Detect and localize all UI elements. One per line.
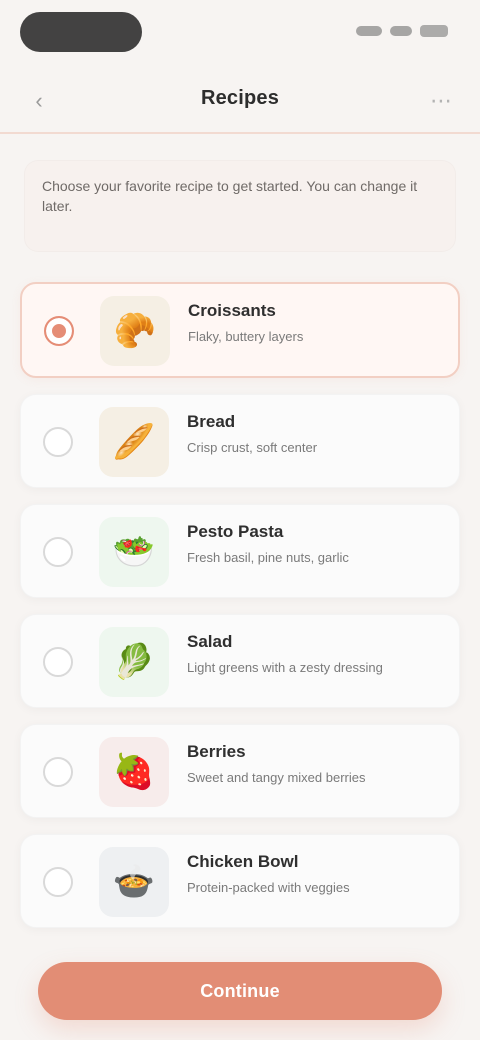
chevron-left-icon: ‹ <box>35 88 43 113</box>
food-icon: 🥬 <box>112 643 156 681</box>
recipe-thumbnail: 🥗 <box>99 517 169 587</box>
list-item[interactable]: 🥖 Bread Crisp crust, soft center <box>20 394 460 488</box>
list-item[interactable]: 🥬 Salad Light greens with a zesty dressi… <box>20 614 460 708</box>
recipe-name: Berries <box>187 742 246 761</box>
item-texts: Salad Light greens with a zesty dressing <box>187 631 443 677</box>
recipe-thumbnail: 🥬 <box>99 627 169 697</box>
item-texts: Croissants Flaky, buttery layers <box>188 300 442 346</box>
recipe-name: Croissants <box>188 301 276 320</box>
food-icon: 🥗 <box>112 533 156 571</box>
item-texts: Bread Crisp crust, soft center <box>187 411 443 457</box>
food-icon: 🥖 <box>112 423 156 461</box>
battery-icon <box>420 25 448 37</box>
content: Choose your favorite recipe to get start… <box>0 134 480 1040</box>
recipe-thumbnail: 🍲 <box>99 847 169 917</box>
page-title: Recipes <box>200 86 280 109</box>
recipe-description: Light greens with a zesty dressing <box>187 660 383 675</box>
list-item[interactable]: 🍲 Chicken Bowl Protein-packed with veggi… <box>20 834 460 928</box>
more-options-button[interactable]: ⋯ <box>420 80 462 122</box>
intro-text: Choose your favorite recipe to get start… <box>42 178 418 214</box>
recipe-description: Sweet and tangy mixed berries <box>187 770 366 785</box>
radio-button[interactable] <box>43 757 73 787</box>
radio-button[interactable] <box>44 316 74 346</box>
list-item[interactable]: 🥗 Pesto Pasta Fresh basil, pine nuts, ga… <box>20 504 460 598</box>
recipe-list: 🥐 Croissants Flaky, buttery layers 🥖 Bre… <box>20 282 460 944</box>
status-bar <box>0 0 480 64</box>
recipe-description: Fresh basil, pine nuts, garlic <box>187 550 349 565</box>
more-icon: ⋯ <box>430 88 452 113</box>
back-button[interactable]: ‹ <box>18 80 60 122</box>
list-item[interactable]: 🍓 Berries Sweet and tangy mixed berries <box>20 724 460 818</box>
food-icon: 🍓 <box>112 753 156 791</box>
top-app-bar: ‹ Recipes ⋯ <box>0 64 480 132</box>
recipe-name: Pesto Pasta <box>187 522 284 541</box>
dynamic-island <box>20 12 142 52</box>
recipe-thumbnail: 🍓 <box>99 737 169 807</box>
item-texts: Pesto Pasta Fresh basil, pine nuts, garl… <box>187 521 443 567</box>
signal-icon <box>356 26 382 36</box>
item-texts: Chicken Bowl Protein-packed with veggies <box>187 851 443 897</box>
recipe-description: Flaky, buttery layers <box>188 329 304 344</box>
continue-button[interactable]: Continue <box>38 962 442 1020</box>
recipe-thumbnail: 🥐 <box>100 296 170 366</box>
radio-button[interactable] <box>43 647 73 677</box>
list-item[interactable]: 🥐 Croissants Flaky, buttery layers <box>20 282 460 378</box>
recipe-description: Crisp crust, soft center <box>187 440 318 455</box>
recipe-name: Bread <box>187 412 236 431</box>
status-indicators <box>356 22 448 40</box>
recipe-name: Chicken Bowl <box>187 852 299 871</box>
wifi-icon <box>390 26 412 36</box>
recipe-description: Protein-packed with veggies <box>187 880 350 895</box>
food-icon: 🍲 <box>112 863 156 901</box>
radio-button[interactable] <box>43 537 73 567</box>
radio-button[interactable] <box>43 427 73 457</box>
radio-button[interactable] <box>43 867 73 897</box>
food-icon: 🥐 <box>113 312 157 350</box>
intro-callout: Choose your favorite recipe to get start… <box>24 160 456 252</box>
item-texts: Berries Sweet and tangy mixed berries <box>187 741 443 787</box>
recipe-thumbnail: 🥖 <box>99 407 169 477</box>
recipe-name: Salad <box>187 632 233 651</box>
